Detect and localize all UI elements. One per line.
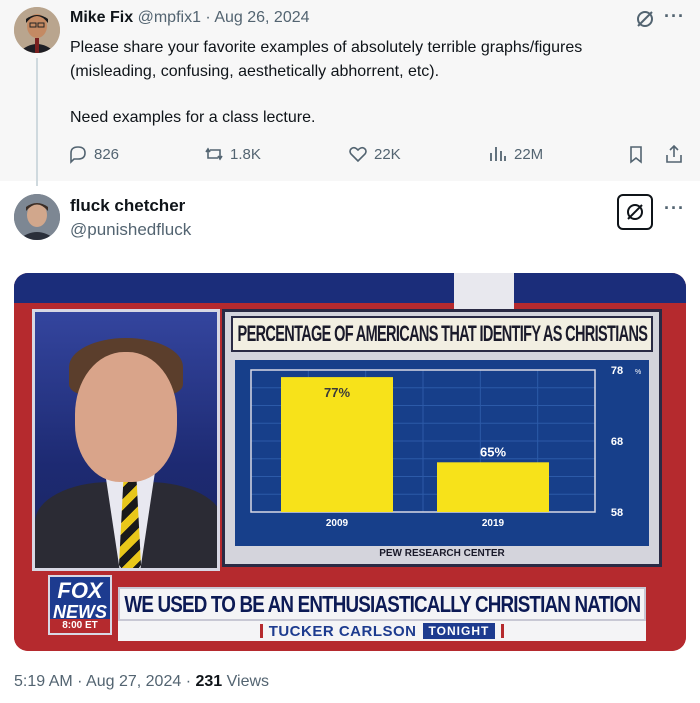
thread-line (36, 58, 38, 186)
y-tick-label: 68 (611, 436, 623, 448)
bar-value-label: 65% (480, 444, 506, 459)
author-name[interactable]: Mike Fix (70, 9, 133, 26)
y-tick-label: 58 (611, 507, 623, 519)
repost-button[interactable]: 1.8K (204, 144, 261, 164)
views-icon (490, 147, 506, 161)
tweet-text-line: Need examples for a class lecture. (70, 109, 316, 126)
main-avatar[interactable] (14, 194, 60, 240)
views-button[interactable]: 22M (488, 144, 543, 164)
author-handle[interactable]: @punishedfluck (70, 220, 191, 240)
tweet-date[interactable]: Aug 27, 2024 (86, 673, 181, 690)
separator: · (185, 673, 192, 690)
reply-icon (70, 146, 86, 164)
show-host: TUCKER CARLSON (268, 622, 417, 640)
tweet-time[interactable]: 5:19 AM (14, 673, 73, 690)
parent-avatar[interactable] (14, 7, 60, 53)
like-icon (349, 146, 367, 163)
logo-top-text: FOX (57, 578, 103, 603)
views-label: Views (226, 673, 270, 690)
x-tick-label: 2009 (326, 518, 349, 529)
y-unit-label: % (635, 369, 641, 376)
tweet-date[interactable]: Aug 26, 2024 (214, 9, 309, 26)
share-icon (666, 144, 682, 163)
views-count: 231 (195, 673, 223, 690)
show-bar: TUCKER CARLSON TONIGHT (118, 621, 646, 641)
fox-news-logo: FOX NEWS 8:00 ET (48, 575, 112, 635)
like-count: 22K (374, 145, 401, 163)
chart-source: PEW RESEARCH CENTER (379, 548, 505, 559)
chart-plot-area: 77% 2009 65% 2019 58 68 78% (235, 360, 649, 546)
repost-count: 1.8K (230, 145, 261, 163)
tweet-text-line: (misleading, confusing, aesthetically ab… (70, 63, 440, 80)
author-handle[interactable]: @mpfix1 (138, 9, 201, 26)
like-button[interactable]: 22K (348, 144, 401, 164)
tweet-media-image[interactable]: PERCENTAGE OF AMERICANS THAT IDENTIFY AS… (14, 273, 686, 651)
show-name: TONIGHT (422, 623, 496, 639)
more-icon[interactable]: ··· (664, 6, 685, 27)
bar-value-label: 77% (324, 385, 350, 400)
x-tick-label: 2019 (482, 518, 505, 529)
grok-button[interactable] (617, 194, 653, 230)
bookmark-button[interactable] (626, 144, 646, 164)
grok-icon[interactable] (634, 8, 656, 30)
tweet-text: Please share your favorite examples of a… (70, 36, 680, 130)
separator: · (77, 673, 83, 690)
repost-icon (205, 147, 223, 161)
separator: · (205, 9, 211, 26)
host-video-frame (32, 309, 220, 571)
chart-panel: PERCENTAGE OF AMERICANS THAT IDENTIFY AS… (222, 309, 662, 567)
reply-button[interactable]: 826 (68, 144, 119, 164)
share-button[interactable] (664, 144, 684, 164)
grok-icon (627, 204, 643, 220)
parent-author-row: Mike Fix @mpfix1 · Aug 26, 2024 (70, 9, 310, 27)
author-name[interactable]: fluck chetcher (70, 196, 185, 216)
headline-banner: WE USED TO BE AN ENTHUSIASTICALLY CHRIST… (118, 587, 646, 621)
y-tick-label: 78 (611, 365, 623, 377)
parent-tweet[interactable]: Mike Fix @mpfix1 · Aug 26, 2024 ··· Plea… (0, 0, 700, 186)
more-icon[interactable]: ··· (664, 198, 685, 219)
tweet-meta: 5:19 AM · Aug 27, 2024 · 231 Views (14, 673, 269, 691)
logo-time: 8:00 ET (50, 619, 110, 633)
action-bar: 826 1.8K 22K 22M (68, 144, 688, 166)
studio-background (454, 273, 514, 313)
tweet-text-line: Please share your favorite examples of a… (70, 39, 583, 56)
bookmark-icon (630, 146, 642, 164)
bar-chart: 77% 2009 65% 2019 58 68 78% (250, 365, 641, 529)
reply-count: 826 (94, 145, 120, 163)
chart-title: PERCENTAGE OF AMERICANS THAT IDENTIFY AS… (231, 316, 653, 352)
chart-bar (437, 462, 549, 512)
views-count: 22M (514, 145, 544, 163)
